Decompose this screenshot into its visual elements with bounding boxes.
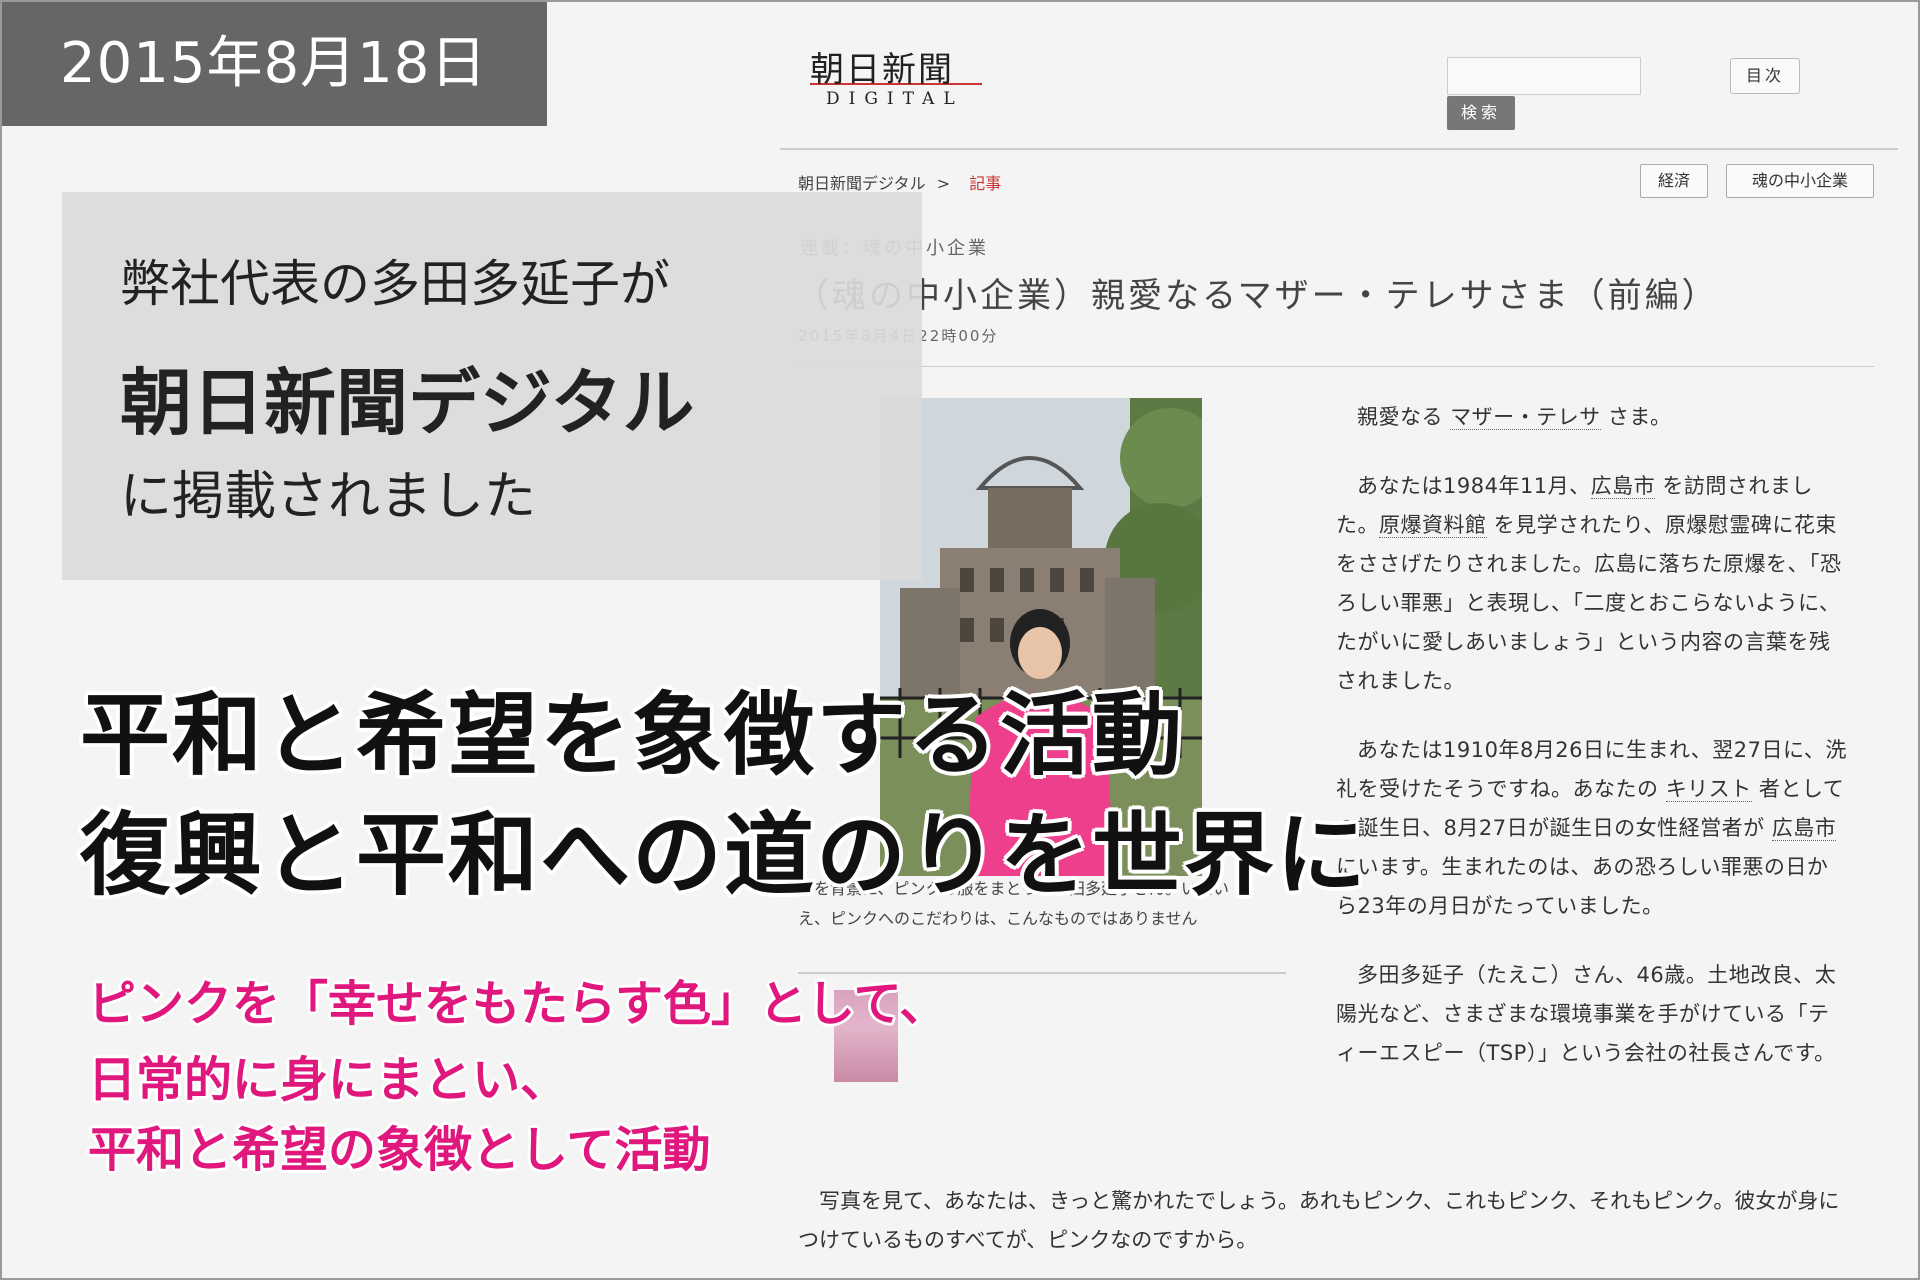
link-hiroshima-2[interactable]: 広島市 xyxy=(1771,816,1837,841)
text: あなたは1984年11月、 xyxy=(1357,474,1591,498)
tag-series[interactable]: 魂の中小企業 xyxy=(1726,164,1874,198)
search-input[interactable] xyxy=(1447,57,1641,95)
intro-line-1: 弊社代表の多田多延子が xyxy=(120,255,670,313)
link-hiroshima[interactable]: 広島市 xyxy=(1590,474,1656,499)
paragraph-2: あなたは1984年11月、広島市 を訪問されました。原爆資料館 を見学されたり、… xyxy=(1336,467,1848,701)
breadcrumb-home[interactable]: 朝日新聞デジタル xyxy=(798,174,926,193)
screenshot-frame: 朝日新聞 DIGITAL 検索 目次 朝日新聞デジタル > 記事 経済 魂の中小… xyxy=(0,0,1920,1280)
pink-line-3: 平和と希望の象徴として活動 xyxy=(88,1122,711,1178)
paragraph-5: 写真を見て、あなたは、きっと驚かれたでしょう。あれもピンク、これもピンク、それも… xyxy=(798,1189,1840,1252)
pink-line-1: ピンクを「幸せをもたらす色」として、 xyxy=(88,976,948,1032)
paragraph-1: 親愛なる マザー・テレサ さま。 xyxy=(1336,398,1848,437)
intro-line-2: 朝日新聞デジタル xyxy=(120,361,695,445)
asahi-digital-logo[interactable]: 朝日新聞 DIGITAL xyxy=(810,42,990,109)
paragraph-4: 多田多延子（たえこ）さん、46歳。土地改良、太陽光など、さまざまな環境事業を手が… xyxy=(1336,963,1837,1065)
article-body: 親愛なる マザー・テレサ さま。 あなたは1984年11月、広島市 を訪問されま… xyxy=(1336,398,1848,1103)
breadcrumb: 朝日新聞デジタル > 記事 xyxy=(798,170,1001,194)
headline-line-2: 復興と平和への道のりを世界に xyxy=(80,803,1368,908)
title-divider xyxy=(798,366,1874,367)
text: にいます。生まれたのは、あの恐ろしい罪悪の日から23年の月日がたっていました。 xyxy=(1336,855,1829,918)
date-banner: 2015年8月18日 xyxy=(2,2,547,126)
toc-button[interactable]: 目次 xyxy=(1730,58,1800,94)
headline-line-1: 平和と希望を象徴する活動 xyxy=(80,683,1184,788)
article-title: （魂の中小企業）親愛なるマザー・テレサさま（前編） xyxy=(795,276,1719,316)
breadcrumb-separator: > xyxy=(936,174,951,193)
paragraph-3: あなたは1910年8月26日に生まれ、翌27日に、洗礼を受けたそうですね。あなた… xyxy=(1336,731,1848,926)
text: 親愛なる xyxy=(1357,405,1451,429)
pink-line-2: 日常的に身にまとい、 xyxy=(88,1052,569,1108)
text: を見学されたり、原爆慰霊碑に花束をささげたりされました。広島に落ちた原爆を、「恐… xyxy=(1336,513,1842,693)
intro-line-3: に掲載されました xyxy=(120,467,537,527)
link-christ[interactable]: キリスト xyxy=(1665,777,1752,802)
tag-economy[interactable]: 経済 xyxy=(1640,164,1708,198)
header-divider xyxy=(780,148,1898,150)
link-museum[interactable]: 原爆資料館 xyxy=(1379,513,1487,538)
breadcrumb-current: 記事 xyxy=(969,174,1002,193)
intro-box: 弊社代表の多田多延子が 朝日新聞デジタル に掲載されました xyxy=(62,192,922,580)
logo-sub-text: DIGITAL xyxy=(826,89,964,109)
search-button[interactable]: 検索 xyxy=(1447,96,1515,130)
link-mother-teresa[interactable]: マザー・テレサ xyxy=(1450,405,1601,430)
text: さま。 xyxy=(1600,405,1672,429)
